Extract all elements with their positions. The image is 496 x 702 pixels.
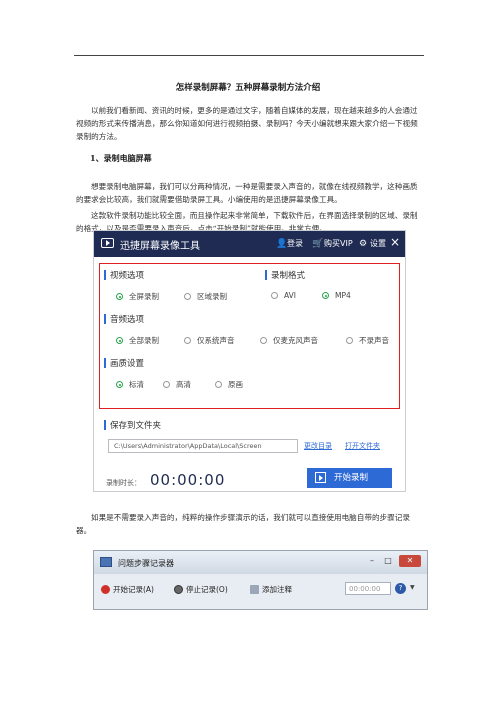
gear-icon: ⚙ (359, 239, 368, 249)
duration-value: 00:00:00 (150, 471, 226, 489)
intro-paragraph: 以前我们看新闻、资讯的时候，更多的是通过文字，随着自媒体的发展，现在越来越多的人… (76, 106, 418, 141)
psr-app-icon (100, 557, 112, 567)
close-icon[interactable]: × (390, 235, 400, 249)
radio-system-audio[interactable]: 仅系统声音 (184, 335, 235, 346)
app-logo-icon (101, 238, 114, 248)
radio-unchecked-icon (346, 337, 353, 344)
radio-hd[interactable]: 高清 (163, 379, 191, 390)
login-link[interactable]: 登录 (287, 238, 303, 249)
add-comment-button[interactable]: 添加注释 (250, 584, 292, 595)
steps-recorder-screenshot: 问题步骤记录器 – □ ✕ 开始记录(A) 停止记录(O) 添加注释 00:00… (93, 550, 428, 610)
help-icon[interactable]: ? (395, 583, 406, 594)
change-dir-link[interactable]: 更改目录 (304, 441, 332, 451)
app-title: 迅捷屏幕录像工具 (120, 241, 200, 252)
start-record-button[interactable]: 开始记录(A) (101, 584, 154, 595)
open-folder-link[interactable]: 打开文件夹 (345, 441, 380, 451)
radio-unchecked-icon (215, 381, 222, 388)
radio-avi[interactable]: AVI (271, 291, 296, 300)
audio-options-label: 音频选项 (103, 314, 145, 325)
app-title-bar: 迅捷屏幕录像工具 👤 登录 🛒 购买VIP ⚙ 设置 × (94, 231, 405, 257)
psr-title: 问题步骤记录器 (118, 559, 174, 568)
close-icon[interactable]: ✕ (399, 555, 421, 567)
play-icon (315, 472, 326, 483)
radio-no-audio[interactable]: 不录声音 (346, 335, 389, 346)
save-path-input[interactable]: C:\Users\Administrator\AppData\Local\Scr… (108, 439, 298, 453)
radio-unchecked-icon (184, 293, 191, 300)
format-label: 录制格式 (264, 270, 306, 281)
buy-vip-link[interactable]: 购买VIP (324, 238, 353, 249)
article-title: 怎样录制屏幕？五种屏幕录制方法介绍 (175, 83, 321, 93)
radio-checked-icon (322, 292, 329, 299)
radio-region[interactable]: 区域录制 (184, 291, 227, 302)
radio-unchecked-icon (271, 292, 278, 299)
radio-sd[interactable]: 标清 (116, 379, 144, 390)
quality-label: 画质设置 (103, 358, 145, 369)
minimize-icon[interactable]: – (365, 556, 379, 567)
radio-fullscreen[interactable]: 全屏录制 (116, 291, 159, 302)
chevron-down-icon[interactable]: ▼ (410, 584, 415, 591)
paragraph-3: 如果是不需要录入声音的，纯粹的操作步骤演示的话，我们就可以直接使用电脑自带的步骤… (76, 513, 410, 535)
maximize-icon[interactable]: □ (381, 556, 395, 567)
save-folder-label: 保存到文件夹 (103, 420, 162, 431)
radio-mp4[interactable]: MP4 (322, 291, 351, 300)
psr-toolbar: 开始记录(A) 停止记录(O) 添加注释 00:00:00 ? ▼ (94, 574, 427, 609)
radio-unchecked-icon (163, 381, 170, 388)
comment-icon (250, 585, 259, 594)
settings-link[interactable]: 设置 (370, 238, 386, 249)
screen-recorder-screenshot: 迅捷屏幕录像工具 👤 登录 🛒 购买VIP ⚙ 设置 × 视频选项 录制格式 全… (93, 230, 406, 492)
psr-timer: 00:00:00 (345, 582, 391, 595)
stop-record-button[interactable]: 停止记录(O) (174, 584, 228, 595)
radio-unchecked-icon (184, 337, 191, 344)
radio-checked-icon (116, 381, 123, 388)
user-icon: 👤 (276, 239, 288, 249)
record-dot-icon (101, 585, 110, 594)
radio-checked-icon (116, 337, 123, 344)
stop-icon (174, 585, 183, 594)
psr-title-bar: 问题步骤记录器 – □ ✕ (94, 551, 427, 574)
radio-mic-audio[interactable]: 仅麦克风声音 (260, 335, 318, 346)
section-heading: 1、录制电脑屏幕 (90, 153, 152, 163)
radio-original[interactable]: 原画 (215, 379, 243, 390)
radio-unchecked-icon (260, 337, 267, 344)
radio-all-audio[interactable]: 全部录制 (116, 335, 159, 346)
cart-icon: 🛒 (312, 239, 324, 249)
paragraph-1: 想要录制电脑屏幕，我们可以分两种情况，一种是需要录入声音的，就像在线视频教学，这… (76, 182, 418, 204)
duration-label: 录制时长： (106, 479, 141, 487)
header-rule (74, 55, 424, 56)
radio-checked-icon (116, 293, 123, 300)
start-recording-button[interactable]: 开始录制 (307, 468, 392, 488)
video-options-label: 视频选项 (103, 270, 145, 281)
